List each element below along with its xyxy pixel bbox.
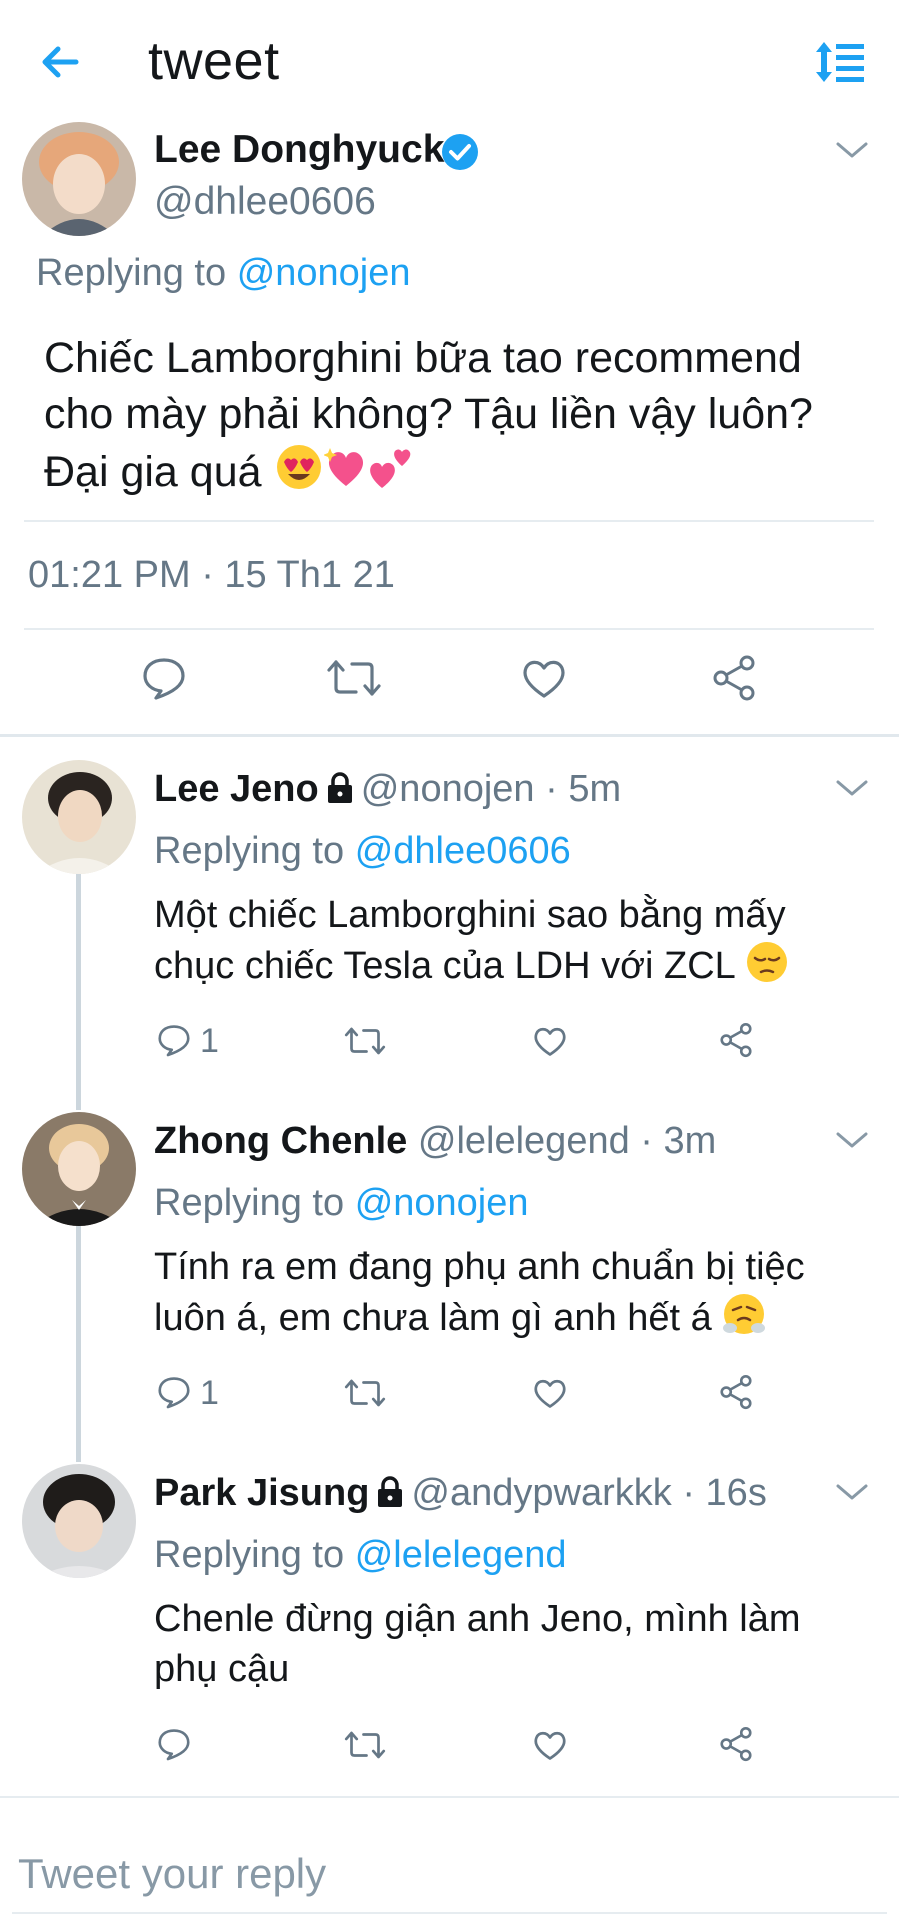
top-bar: tweet bbox=[0, 0, 899, 120]
reply-icon[interactable] bbox=[156, 1022, 192, 1063]
reply-text-line: chục chiếc Tesla của LDH với ZCL bbox=[154, 945, 735, 987]
avatar-lee-donghyuck[interactable] bbox=[22, 122, 136, 236]
reply-time: 3m bbox=[663, 1120, 717, 1162]
reply-text: Chenle đừng giận anh Jeno, mình làm phụ … bbox=[154, 1594, 854, 1694]
tweet-text-line: Đại gia quá bbox=[44, 448, 262, 496]
retweet-icon[interactable] bbox=[344, 1376, 386, 1415]
reply-text-line-2: luôn á, em chưa làm gì anh hết á bbox=[154, 1292, 854, 1349]
reply-text: Một chiếc Lamborghini sao bằng mấy chục … bbox=[154, 890, 854, 997]
sort-lines-icon[interactable] bbox=[812, 38, 868, 86]
reply-text-line-2: chục chiếc Tesla của LDH với ZCL bbox=[154, 940, 854, 997]
chevron-down-icon[interactable] bbox=[834, 138, 870, 162]
chevron-down-icon[interactable] bbox=[834, 1128, 870, 1152]
tweet-timestamp: 01:21 PM · 15 Th1 21 bbox=[28, 554, 395, 596]
replying-to-handle-link[interactable]: @lelelegend bbox=[355, 1534, 567, 1576]
replying-to-label: Replying to bbox=[36, 252, 227, 294]
share-icon[interactable] bbox=[718, 1022, 754, 1063]
sparkling-heart-emoji-icon bbox=[322, 442, 368, 506]
share-icon[interactable] bbox=[710, 654, 758, 707]
reply-author-name[interactable]: Park Jisung bbox=[154, 1472, 369, 1514]
reply-author-name[interactable]: Lee Jeno bbox=[154, 768, 319, 810]
chevron-down-icon[interactable] bbox=[834, 776, 870, 800]
lock-icon bbox=[375, 1475, 405, 1519]
reply-header: Park Jisung @andypwarkkk · 16s bbox=[154, 1472, 767, 1519]
thread-connector bbox=[76, 1214, 81, 1462]
steam-nose-face-emoji-icon bbox=[722, 1292, 766, 1349]
reply-text-line: Chenle đừng giận anh Jeno, mình làm bbox=[154, 1598, 801, 1640]
reply-time: 5m bbox=[568, 768, 622, 810]
input-underline bbox=[12, 1912, 887, 1914]
avatar-park-jisung[interactable] bbox=[22, 1464, 136, 1578]
share-icon[interactable] bbox=[718, 1374, 754, 1415]
page-title: tweet bbox=[148, 31, 280, 91]
tweet-text-line: cho mày phải không? Tậu liền vậy luôn? bbox=[44, 390, 813, 438]
reply-count: 1 bbox=[200, 1022, 219, 1060]
reply-author-handle[interactable]: @lelelegend bbox=[418, 1120, 630, 1162]
section-divider bbox=[0, 734, 899, 737]
replying-to-handle-link[interactable]: @nonojen bbox=[355, 1182, 529, 1224]
tweet-reply-input[interactable]: Tweet your reply bbox=[18, 1850, 326, 1898]
replying-to-label: Replying to bbox=[154, 1182, 345, 1224]
replying-to-line: Replying to @nonojen bbox=[36, 252, 411, 295]
tweet-text: Chiếc Lamborghini bữa tao recommend cho … bbox=[44, 330, 874, 506]
two-hearts-emoji-icon bbox=[368, 442, 414, 506]
like-heart-icon[interactable] bbox=[520, 656, 568, 705]
separator-dot: · bbox=[629, 1120, 664, 1162]
replying-to-label: Replying to bbox=[154, 1534, 345, 1576]
replying-to-line: Replying to @nonojen bbox=[154, 1182, 529, 1225]
pensive-face-emoji-icon bbox=[745, 940, 789, 997]
separator-dot: · bbox=[534, 768, 569, 810]
reply-author-handle[interactable]: @andypwarkkk bbox=[411, 1472, 671, 1514]
retweet-icon[interactable] bbox=[344, 1728, 386, 1767]
divider bbox=[24, 520, 874, 522]
reply-icon[interactable] bbox=[156, 1374, 192, 1415]
verified-badge-icon bbox=[440, 132, 480, 172]
heart-eyes-emoji-icon bbox=[274, 442, 324, 506]
share-icon[interactable] bbox=[718, 1726, 754, 1767]
avatar-lee-jeno[interactable] bbox=[22, 760, 136, 874]
replying-to-handle-link[interactable]: @dhlee0606 bbox=[355, 830, 571, 872]
reply-author-handle[interactable]: @nonojen bbox=[361, 768, 535, 810]
reply-header: Lee Jeno @nonojen · 5m bbox=[154, 768, 621, 815]
author-name[interactable]: Lee Donghyuck bbox=[154, 128, 444, 172]
reply-header: Zhong Chenle @lelelegend · 3m bbox=[154, 1120, 716, 1163]
reply-time: 16s bbox=[705, 1472, 767, 1514]
thread-connector bbox=[76, 862, 81, 1110]
reply-text-line: Tính ra em đang phụ anh chuẩn bị tiệc bbox=[154, 1246, 805, 1288]
author-handle[interactable]: @dhlee0606 bbox=[154, 180, 376, 224]
like-heart-icon[interactable] bbox=[532, 1376, 568, 1415]
replying-to-handle-link[interactable]: @nonojen bbox=[237, 252, 411, 294]
reply-icon[interactable] bbox=[156, 1726, 192, 1767]
reply-count: 1 bbox=[200, 1374, 219, 1412]
reply-text-line: phụ cậu bbox=[154, 1648, 290, 1690]
back-arrow-icon[interactable] bbox=[36, 38, 84, 86]
avatar-zhong-chenle[interactable] bbox=[22, 1112, 136, 1226]
tweet-text-line-3: Đại gia quá bbox=[44, 442, 874, 506]
like-heart-icon[interactable] bbox=[532, 1024, 568, 1063]
retweet-icon[interactable] bbox=[326, 656, 382, 705]
chevron-down-icon[interactable] bbox=[834, 1480, 870, 1504]
like-heart-icon[interactable] bbox=[532, 1728, 568, 1767]
reply-text-line: Một chiếc Lamborghini sao bằng mấy bbox=[154, 894, 786, 936]
lock-icon bbox=[325, 771, 355, 815]
retweet-icon[interactable] bbox=[344, 1024, 386, 1063]
separator-dot: · bbox=[671, 1472, 706, 1514]
reply-text-line: luôn á, em chưa làm gì anh hết á bbox=[154, 1297, 712, 1339]
replying-to-label: Replying to bbox=[154, 830, 345, 872]
replying-to-line: Replying to @dhlee0606 bbox=[154, 830, 571, 873]
divider bbox=[24, 628, 874, 630]
reply-icon[interactable] bbox=[140, 654, 188, 707]
reply-author-name[interactable]: Zhong Chenle bbox=[154, 1120, 407, 1162]
reply-text: Tính ra em đang phụ anh chuẩn bị tiệc lu… bbox=[154, 1242, 854, 1349]
replying-to-line: Replying to @lelelegend bbox=[154, 1534, 567, 1577]
tweet-text-line: Chiếc Lamborghini bữa tao recommend bbox=[44, 334, 802, 382]
